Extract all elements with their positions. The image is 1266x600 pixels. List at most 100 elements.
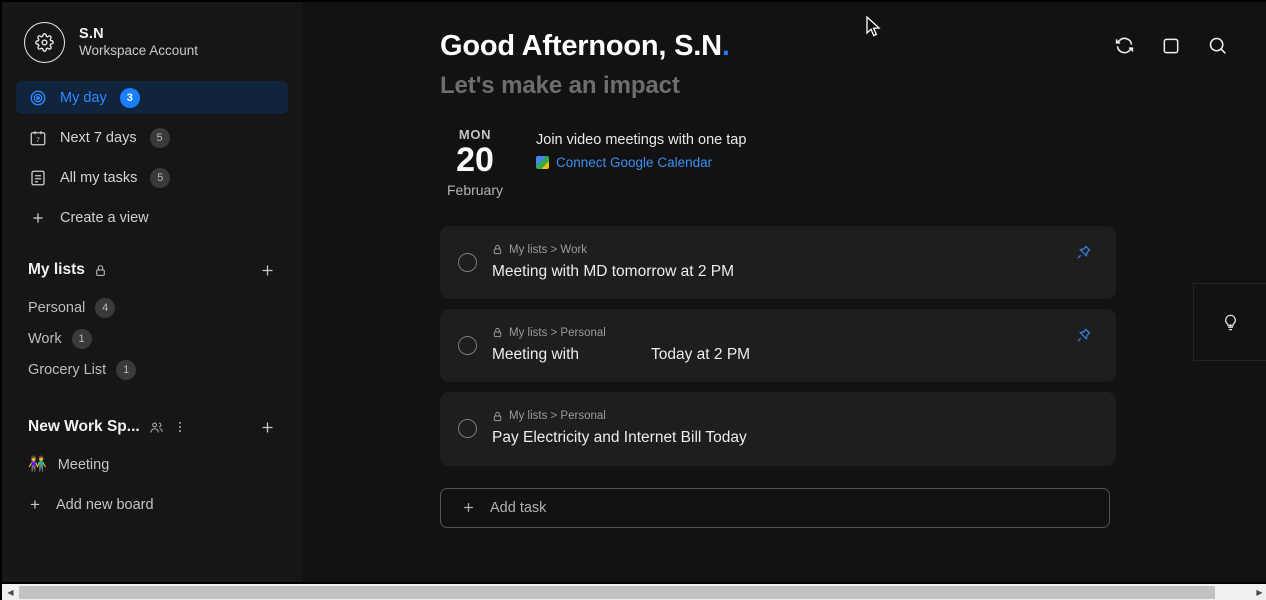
sidebar-item-next-7-days[interactable]: 7 Next 7 days 5 bbox=[16, 121, 288, 154]
account-subtitle: Workspace Account bbox=[79, 43, 198, 60]
task-title: Meeting with Today at 2 PM bbox=[492, 346, 750, 364]
task-breadcrumb: My lists > Personal bbox=[492, 327, 750, 339]
lightbulb-icon[interactable] bbox=[1221, 313, 1240, 332]
pin-icon[interactable] bbox=[1075, 244, 1092, 266]
board-item-label: Meeting bbox=[58, 457, 110, 473]
list-icon bbox=[28, 168, 47, 187]
right-rail bbox=[1193, 283, 1266, 361]
connect-calendar-row[interactable]: Connect Google Calendar bbox=[536, 155, 746, 170]
my-lists-header: My lists bbox=[2, 256, 302, 284]
date-day-number: 20 bbox=[440, 143, 510, 179]
connect-google-calendar-link[interactable]: Connect Google Calendar bbox=[556, 155, 712, 170]
add-new-board-label: Add new board bbox=[56, 497, 154, 513]
task-title-before: Meeting with bbox=[492, 346, 579, 363]
date-banner: MON 20 February Join video meetings with… bbox=[302, 100, 1266, 198]
add-new-board-button[interactable]: + Add new board bbox=[2, 489, 302, 520]
list-item-label: Personal bbox=[28, 300, 85, 316]
sidebar-item-label: My day bbox=[60, 90, 107, 106]
scroll-right-arrow[interactable]: ▶ bbox=[1251, 583, 1266, 600]
task-breadcrumb-label: My lists > Personal bbox=[509, 327, 606, 339]
pin-icon[interactable] bbox=[1075, 327, 1092, 349]
horizontal-scrollbar[interactable]: ◀ ▶ bbox=[2, 582, 1266, 600]
app-window: S.N Workspace Account My day 3 bbox=[0, 0, 1266, 600]
account-header[interactable]: S.N Workspace Account bbox=[2, 2, 302, 63]
task-row[interactable]: My lists > Personal Pay Electricity and … bbox=[440, 392, 1116, 466]
calendar-7-icon: 7 bbox=[28, 128, 47, 147]
account-name: S.N bbox=[79, 25, 198, 43]
task-title: Pay Electricity and Internet Bill Today bbox=[492, 429, 747, 447]
scrollbar-thumb[interactable] bbox=[19, 586, 1215, 599]
sidebar-item-label: All my tasks bbox=[60, 170, 137, 186]
date-month: February bbox=[440, 182, 510, 198]
list-item-badge: 4 bbox=[95, 298, 115, 318]
scroll-left-arrow[interactable]: ◀ bbox=[2, 583, 19, 600]
more-vertical-icon[interactable] bbox=[173, 420, 187, 434]
search-icon[interactable] bbox=[1207, 35, 1228, 56]
task-row[interactable]: My lists > Personal Meeting with Today at… bbox=[440, 309, 1116, 382]
list-item-badge: 1 bbox=[116, 360, 136, 380]
sidebar-item-badge: 5 bbox=[150, 128, 170, 148]
task-list: My lists > Work Meeting with MD tomorrow… bbox=[302, 198, 1266, 528]
task-breadcrumb: My lists > Personal bbox=[492, 410, 747, 422]
date-box: MON 20 February bbox=[440, 127, 510, 198]
date-day-of-week: MON bbox=[440, 127, 510, 142]
create-a-view-label: Create a view bbox=[60, 210, 149, 226]
google-calendar-icon bbox=[536, 156, 549, 169]
add-task-label: Add task bbox=[490, 500, 546, 516]
sidebar-nav: My day 3 7 Next 7 days 5 bbox=[2, 81, 302, 234]
my-lists-items: Personal 4 Work 1 Grocery List 1 bbox=[2, 292, 302, 385]
sidebar-item-label: Next 7 days bbox=[60, 130, 137, 146]
workspace-header: New Work Sp... bbox=[2, 413, 302, 441]
header-actions bbox=[1114, 35, 1228, 56]
plus-icon bbox=[28, 208, 47, 227]
people-icon[interactable] bbox=[149, 420, 164, 435]
list-item[interactable]: Work 1 bbox=[2, 323, 302, 354]
target-icon bbox=[28, 88, 47, 107]
sidebar-item-all-my-tasks[interactable]: All my tasks 5 bbox=[16, 161, 288, 194]
lock-icon bbox=[492, 244, 503, 255]
add-list-button[interactable] bbox=[259, 262, 276, 279]
task-checkbox[interactable] bbox=[458, 419, 477, 438]
create-a-view-button[interactable]: Create a view bbox=[16, 201, 288, 234]
add-task-button[interactable]: Add task bbox=[440, 488, 1110, 528]
task-breadcrumb-label: My lists > Personal bbox=[509, 410, 606, 422]
greeting-accent-dot: . bbox=[722, 30, 730, 62]
lock-icon bbox=[94, 264, 107, 277]
main-content: Good Afternoon, S.N. Let's make an impac… bbox=[302, 2, 1266, 600]
task-checkbox[interactable] bbox=[458, 253, 477, 272]
task-title-after: Today at 2 PM bbox=[651, 346, 750, 363]
sidebar: S.N Workspace Account My day 3 bbox=[2, 2, 302, 600]
workspace-title: New Work Sp... bbox=[28, 418, 140, 436]
lock-icon bbox=[492, 411, 503, 422]
plus-icon bbox=[461, 500, 476, 515]
scrollbar-track[interactable] bbox=[1215, 586, 1251, 599]
lock-icon bbox=[492, 327, 503, 338]
my-lists-title: My lists bbox=[28, 261, 85, 279]
sidebar-item-badge: 3 bbox=[120, 88, 140, 108]
list-item-label: Work bbox=[28, 331, 62, 347]
avatar[interactable] bbox=[24, 22, 65, 63]
task-checkbox[interactable] bbox=[458, 336, 477, 355]
task-breadcrumb: My lists > Work bbox=[492, 244, 734, 256]
people-emoji-icon: 👫 bbox=[28, 457, 47, 472]
task-breadcrumb-label: My lists > Work bbox=[509, 244, 587, 256]
sidebar-item-badge: 5 bbox=[150, 168, 170, 188]
task-row[interactable]: My lists > Work Meeting with MD tomorrow… bbox=[440, 226, 1116, 299]
plus-icon: + bbox=[28, 495, 42, 515]
sync-icon[interactable] bbox=[1114, 35, 1135, 56]
task-title: Meeting with MD tomorrow at 2 PM bbox=[492, 263, 734, 281]
calendar-promo-title: Join video meetings with one tap bbox=[536, 132, 746, 148]
calendar-promo: Join video meetings with one tap Connect… bbox=[510, 127, 746, 170]
list-item[interactable]: Grocery List 1 bbox=[2, 354, 302, 385]
sidebar-item-my-day[interactable]: My day 3 bbox=[16, 81, 288, 114]
board-item-meeting[interactable]: 👫 Meeting bbox=[2, 449, 302, 480]
greeting-subtitle: Let's make an impact bbox=[440, 72, 1266, 100]
list-item-label: Grocery List bbox=[28, 362, 106, 378]
focus-square-icon[interactable] bbox=[1161, 36, 1181, 56]
svg-text:7: 7 bbox=[36, 136, 40, 143]
add-board-icon-button[interactable] bbox=[259, 419, 276, 436]
list-item-badge: 1 bbox=[72, 329, 92, 349]
list-item[interactable]: Personal 4 bbox=[2, 292, 302, 323]
gear-icon bbox=[35, 33, 54, 52]
greeting-text: Good Afternoon, S.N bbox=[440, 30, 722, 62]
